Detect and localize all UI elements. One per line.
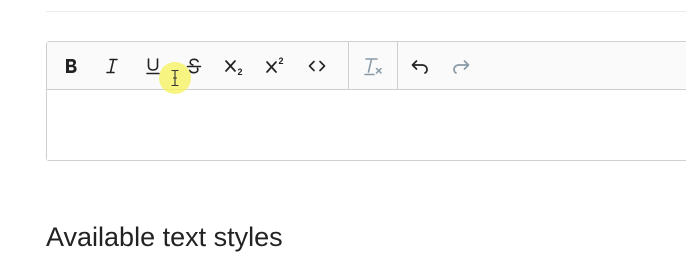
redo-button[interactable]: [445, 50, 477, 82]
italic-icon: [106, 58, 118, 74]
toolbar-separator: [348, 42, 349, 89]
subscript-icon: 2: [225, 60, 243, 76]
clear-formatting-button[interactable]: [357, 50, 389, 82]
undo-icon: [411, 60, 428, 74]
bold-button[interactable]: [55, 50, 87, 82]
undo-button[interactable]: [404, 50, 436, 82]
redo-icon: [453, 60, 470, 74]
superscript-button[interactable]: 2: [260, 50, 292, 82]
svg-text:2: 2: [279, 56, 284, 66]
editor-content-area[interactable]: [47, 90, 686, 160]
superscript-icon: 2: [266, 56, 284, 73]
bold-icon: [66, 59, 77, 73]
editor-toolbar: 2 2: [47, 42, 686, 90]
toolbar-separator: [397, 42, 398, 89]
text-cursor-icon: [171, 69, 179, 87]
mouse-cursor-highlight: [159, 62, 191, 94]
code-icon: [308, 60, 326, 72]
subscript-button[interactable]: 2: [219, 50, 251, 82]
clear-formatting-icon: [364, 58, 382, 76]
top-divider: [46, 11, 686, 12]
section-heading: Available text styles: [46, 222, 283, 252]
svg-text:2: 2: [238, 67, 243, 76]
page: 2 2 Available text styles: [0, 0, 686, 261]
rich-text-editor: 2 2: [46, 41, 686, 161]
italic-button[interactable]: [96, 50, 128, 82]
code-button[interactable]: [301, 50, 333, 82]
